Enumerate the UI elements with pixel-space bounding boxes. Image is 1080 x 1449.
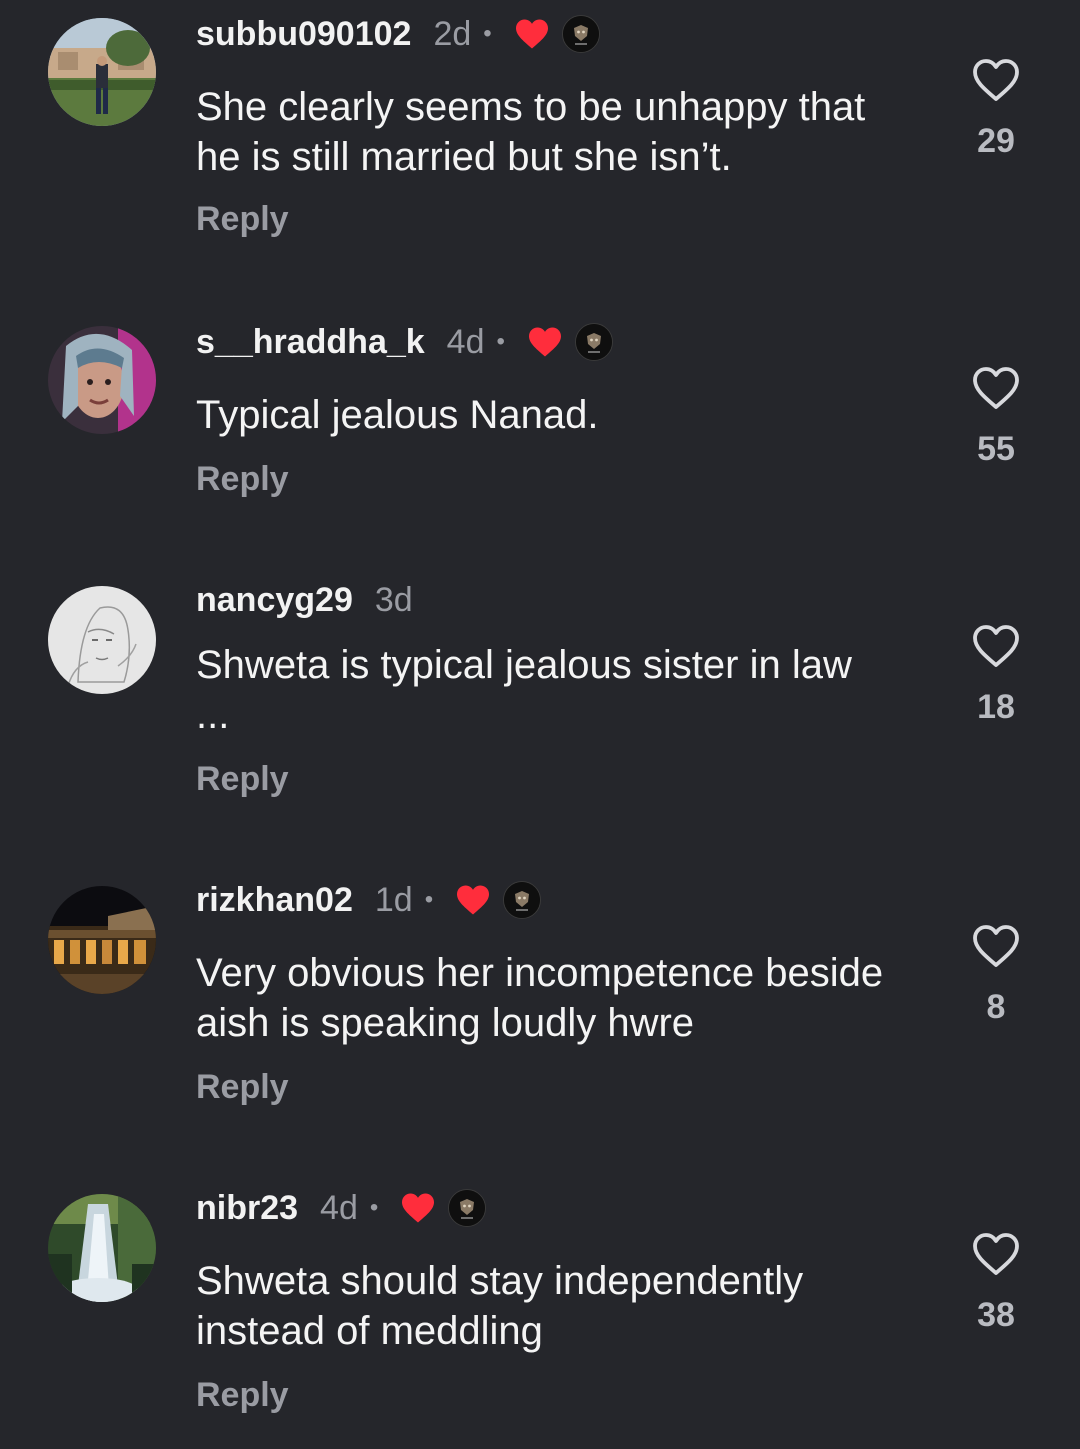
like-heart-icon[interactable] [972, 58, 1020, 102]
comment-text: Typical jealous Nanad. [196, 393, 599, 437]
username[interactable]: rizkhan02 [196, 881, 353, 920]
separator-dot: • [483, 20, 492, 47]
username[interactable]: nibr23 [196, 1189, 298, 1228]
username[interactable]: subbu090102 [196, 15, 411, 54]
reply-button[interactable]: Reply [196, 760, 289, 799]
reply-button[interactable]: Reply [196, 1376, 289, 1415]
comment-meta: s__hraddha_k 4d • [196, 322, 613, 362]
like-count: 29 [977, 122, 1015, 160]
like-heart-icon[interactable] [972, 624, 1020, 668]
like-count: 55 [977, 430, 1015, 468]
creator-liked-heart-icon [455, 884, 491, 916]
like-count: 8 [986, 988, 1006, 1026]
comment-text: Very obvious her incompetence beside ais… [196, 951, 884, 1045]
comment-text: Shweta should stay independently instead… [196, 1259, 804, 1353]
reply-button[interactable]: Reply [196, 200, 289, 239]
comment-meta: rizkhan02 1d • [196, 880, 542, 920]
creator-avatar [574, 323, 613, 361]
comment-text: She clearly seems to be unhappy that he … [196, 85, 866, 179]
creator-liked-heart-icon [527, 326, 563, 358]
user-avatar[interactable] [48, 1194, 156, 1302]
timestamp: 1d [374, 880, 413, 919]
username[interactable]: nancyg29 [196, 581, 353, 620]
comment-text: Shweta is typical jealous sister in law … [196, 643, 852, 737]
comment-meta: subbu090102 2d • [196, 14, 600, 54]
comment-meta: nibr23 4d • [196, 1188, 487, 1228]
like-heart-icon[interactable] [972, 366, 1020, 410]
timestamp: 4d [320, 1188, 358, 1227]
separator-dot: • [424, 886, 434, 913]
creator-avatar [561, 15, 600, 53]
separator-dot: • [369, 1194, 379, 1221]
separator-dot: • [496, 328, 505, 355]
user-avatar[interactable] [48, 18, 156, 126]
timestamp: 2d [433, 14, 472, 53]
creator-liked-heart-icon [400, 1192, 436, 1224]
like-heart-icon[interactable] [972, 924, 1020, 968]
creator-avatar [503, 881, 542, 919]
username[interactable]: s__hraddha_k [196, 323, 425, 362]
user-avatar[interactable] [48, 586, 156, 694]
like-count: 18 [977, 688, 1015, 726]
reply-button[interactable]: Reply [196, 460, 289, 499]
creator-liked-heart-icon [514, 18, 550, 50]
reply-button[interactable]: Reply [196, 1068, 289, 1107]
comment-meta: nancyg29 3d [196, 580, 413, 620]
like-count: 38 [977, 1296, 1015, 1334]
creator-avatar [448, 1189, 487, 1227]
user-avatar[interactable] [48, 886, 156, 994]
timestamp: 3d [374, 580, 413, 619]
timestamp: 4d [446, 322, 485, 361]
user-avatar[interactable] [48, 326, 156, 434]
like-heart-icon[interactable] [972, 1232, 1020, 1276]
